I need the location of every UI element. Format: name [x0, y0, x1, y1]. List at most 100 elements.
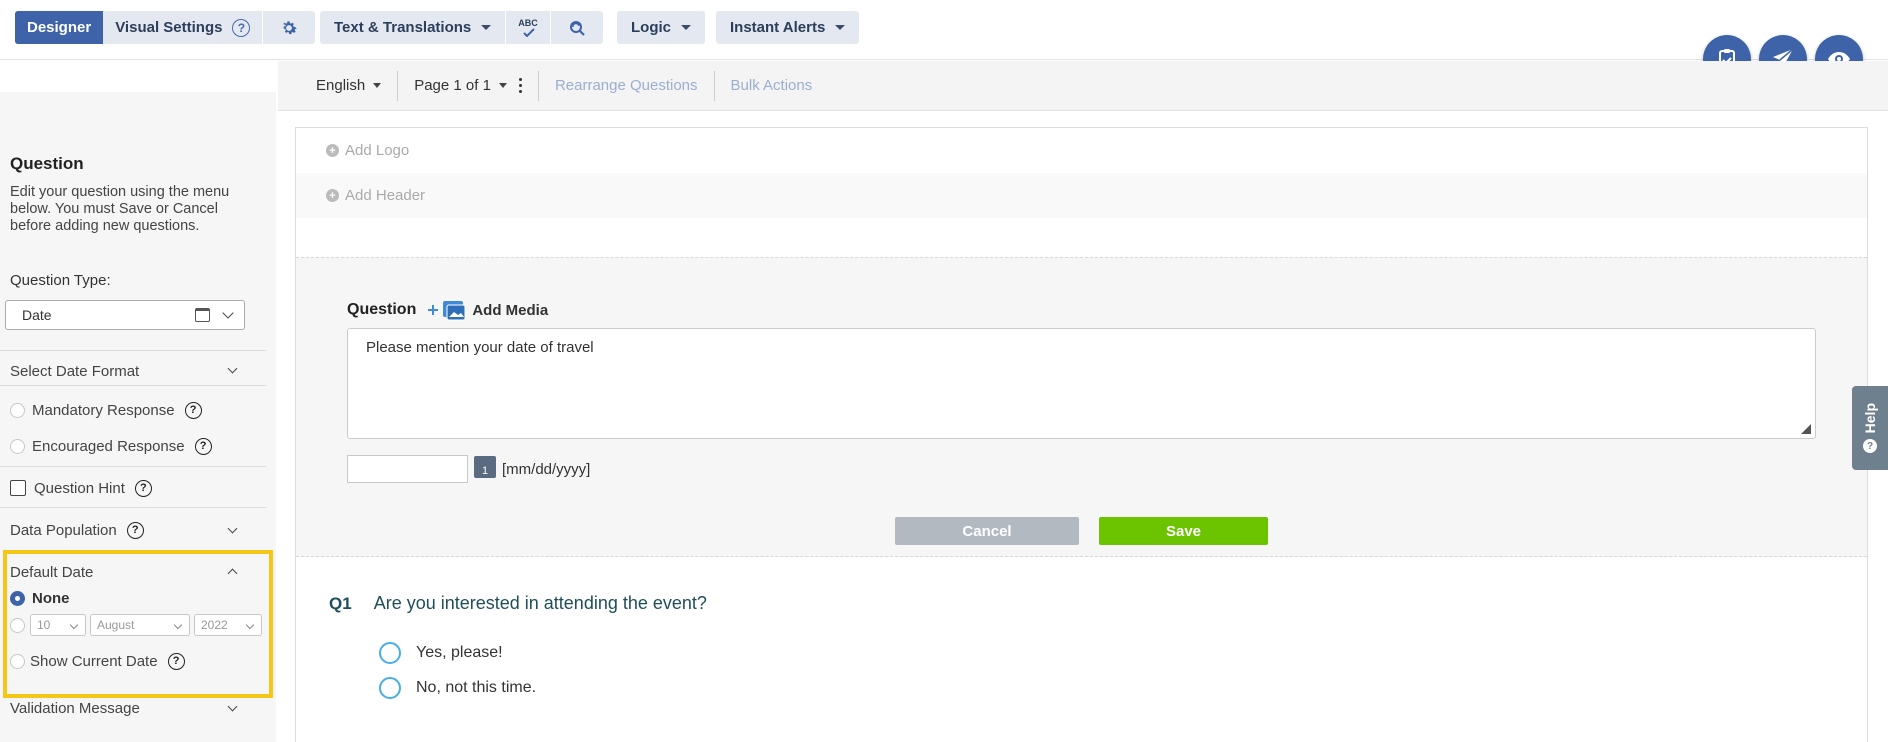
- calendar-day: 1: [481, 465, 489, 477]
- add-header-label: Add Header: [345, 187, 426, 204]
- validation-message-label: Validation Message: [10, 699, 140, 717]
- question-icon: ?: [1863, 439, 1877, 454]
- find-replace-button[interactable]: [551, 11, 603, 44]
- visual-settings-label: Visual Settings: [115, 19, 223, 36]
- top-toolbar: Designer Visual Settings ? Text & Transl…: [0, 0, 1888, 60]
- alerts-group: Instant Alerts: [716, 11, 860, 44]
- question-hint-checkbox[interactable]: [10, 480, 26, 496]
- find-replace-icon: [569, 20, 585, 36]
- help-icon[interactable]: ?: [232, 18, 251, 37]
- text-translations-dropdown[interactable]: Text & Translations: [320, 11, 505, 44]
- help-icon[interactable]: ?: [126, 521, 144, 539]
- panel-description: Edit your question using the menu below.…: [10, 184, 230, 234]
- help-tab[interactable]: Help ?: [1852, 386, 1888, 470]
- question-type-value: Date: [22, 307, 52, 323]
- chevron-down-icon: [681, 25, 691, 30]
- logic-label: Logic: [631, 19, 671, 36]
- encouraged-response-option[interactable]: Encouraged Response ?: [0, 436, 266, 456]
- cancel-button[interactable]: Cancel: [895, 517, 1079, 545]
- add-logo-label: Add Logo: [345, 142, 410, 159]
- designer-tab[interactable]: Designer: [15, 11, 104, 44]
- add-header-link[interactable]: + Add Header: [296, 173, 1867, 218]
- add-media-icon: [428, 301, 466, 321]
- survey-page-card: + Add Logo + Add Header Question Add Med…: [295, 127, 1868, 742]
- bulk-actions-link[interactable]: Bulk Actions: [715, 71, 829, 101]
- settings-button[interactable]: [263, 11, 315, 44]
- add-media-button[interactable]: Add Media: [426, 298, 548, 322]
- spell-check-button[interactable]: ABC: [506, 11, 550, 44]
- text-translations-label: Text & Translations: [334, 19, 472, 36]
- date-format-hint: [mm/dd/yyyy]: [502, 461, 591, 478]
- logic-group: Logic: [617, 11, 705, 44]
- help-icon[interactable]: ?: [184, 401, 202, 419]
- mandatory-label: Mandatory Response: [32, 401, 175, 419]
- question-q1-text: Are you interested in attending the even…: [373, 593, 707, 613]
- data-population-section[interactable]: Data Population ?: [0, 519, 266, 541]
- chevron-down-icon: [498, 83, 507, 88]
- mandatory-radio[interactable]: [10, 402, 25, 418]
- instant-alerts-label: Instant Alerts: [730, 19, 826, 36]
- page-toolbar: English Page 1 of 1 Rearrange Questions …: [278, 61, 1888, 111]
- add-media-label: Add Media: [472, 301, 549, 319]
- visual-settings-tab[interactable]: Visual Settings ?: [103, 11, 262, 44]
- gear-icon: [283, 20, 298, 34]
- mandatory-response-option[interactable]: Mandatory Response ?: [0, 400, 266, 420]
- choice-label: No, not this time.: [416, 679, 537, 696]
- select-date-format-section[interactable]: Select Date Format: [0, 356, 266, 386]
- question-hint-option[interactable]: Question Hint ?: [0, 477, 266, 499]
- question-text: Please mention your date of travel: [366, 339, 594, 356]
- question-text-input[interactable]: Please mention your date of travel: [347, 328, 1816, 439]
- choice-radio[interactable]: [379, 677, 401, 699]
- logic-dropdown[interactable]: Logic: [617, 11, 705, 44]
- choice-label: Yes, please!: [416, 644, 503, 661]
- save-button[interactable]: Save: [1099, 517, 1268, 545]
- calendar-icon: [195, 308, 210, 322]
- plus-icon: +: [326, 144, 339, 157]
- chevron-down-icon: [227, 523, 238, 534]
- instant-alerts-dropdown[interactable]: Instant Alerts: [716, 11, 859, 44]
- language-dropdown[interactable]: English: [278, 71, 397, 101]
- divider: [0, 385, 266, 386]
- question-heading: Question Add Media: [347, 298, 548, 322]
- help-icon[interactable]: ?: [194, 437, 212, 455]
- add-logo-link[interactable]: + Add Logo: [296, 128, 1867, 173]
- choice-no[interactable]: No, not this time.: [379, 677, 536, 699]
- panel-title: Question: [10, 154, 84, 173]
- divider: [0, 507, 266, 508]
- checkmark-icon: [523, 28, 535, 37]
- question-heading-label: Question: [347, 301, 417, 318]
- chevron-down-icon: [481, 25, 492, 30]
- chevron-down-icon: [222, 307, 234, 319]
- page-dropdown[interactable]: Page 1 of 1: [398, 71, 538, 101]
- chevron-down-icon: [227, 701, 238, 712]
- plus-icon: +: [326, 189, 339, 202]
- encouraged-label: Encouraged Response: [32, 437, 185, 455]
- data-population-label: Data Population: [10, 521, 117, 539]
- more-options-icon[interactable]: [518, 78, 522, 93]
- choice-radio[interactable]: [379, 642, 401, 664]
- choice-yes[interactable]: Yes, please!: [379, 642, 503, 664]
- encouraged-radio[interactable]: [10, 438, 25, 454]
- rearrange-questions-link[interactable]: Rearrange Questions: [539, 71, 714, 101]
- question-q1[interactable]: Q1 Are you interested in attending the e…: [329, 593, 707, 614]
- question-type-select[interactable]: Date: [5, 300, 245, 330]
- select-date-format-label: Select Date Format: [10, 362, 140, 380]
- resize-handle-icon[interactable]: [1801, 424, 1811, 434]
- help-icon[interactable]: ?: [134, 479, 152, 497]
- help-tab-label: Help: [1862, 402, 1878, 434]
- validation-message-section[interactable]: Validation Message: [0, 697, 266, 719]
- question-hint-label: Question Hint: [34, 479, 125, 497]
- chevron-down-icon: [835, 25, 846, 30]
- divider: [0, 350, 266, 351]
- question-number: Q1: [329, 593, 352, 613]
- date-input[interactable]: [347, 455, 468, 483]
- page-label: Page 1 of 1: [414, 77, 491, 94]
- designer-group: Designer Visual Settings ?: [15, 11, 316, 44]
- chevron-down-icon: [227, 363, 238, 374]
- divider: [0, 466, 266, 467]
- chevron-down-icon: [373, 83, 382, 88]
- language-label: English: [316, 77, 366, 94]
- calendar-icon[interactable]: 1: [474, 456, 496, 478]
- question-type-label: Question Type:: [10, 272, 111, 289]
- text-group: Text & Translations ABC: [320, 11, 603, 44]
